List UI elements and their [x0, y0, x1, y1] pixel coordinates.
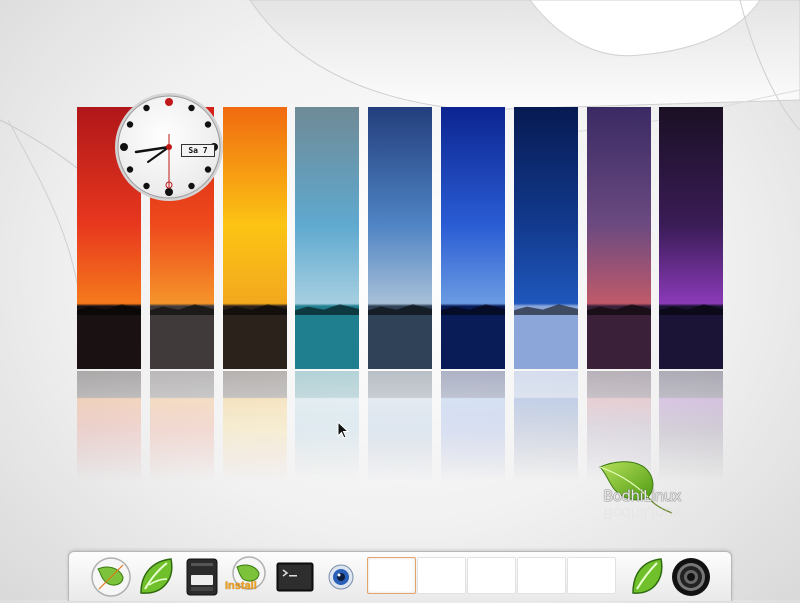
file-manager-button[interactable]	[181, 555, 225, 599]
panel-horizon	[659, 304, 723, 315]
install-label: Install	[225, 580, 257, 592]
terminal-icon	[276, 562, 314, 592]
workspace-5[interactable]	[567, 557, 616, 594]
wallpaper-panel-reflection	[514, 371, 578, 481]
bodhi-menu-button[interactable]	[89, 555, 133, 599]
wallpaper-panel-reflection	[150, 371, 214, 481]
terminal-button[interactable]	[273, 555, 317, 599]
wallpaper-panel-purple-dusk	[587, 107, 651, 369]
bodhi-logo-reflection: BodhiLinux	[603, 504, 682, 522]
dock-shelf: Install	[68, 551, 732, 601]
panel-horizon	[441, 304, 505, 315]
panel-horizon	[368, 304, 432, 315]
bodhi-leaf-icon	[91, 557, 131, 597]
workspace-1[interactable]	[367, 557, 416, 594]
wallpaper-panel-blue-clouds	[368, 107, 432, 369]
wallpaper-panel-reflection	[368, 371, 432, 481]
power-ring-icon	[672, 558, 710, 596]
panel-horizon	[223, 304, 287, 315]
wallpaper-panel-reflection	[441, 371, 505, 481]
midori-browser-button[interactable]	[135, 555, 179, 599]
panel-horizon	[150, 304, 214, 315]
panel-horizon	[295, 304, 359, 315]
wallpaper-panel-reflection	[295, 371, 359, 481]
install-button[interactable]	[227, 555, 271, 599]
wallpaper-panel-reflection	[77, 371, 141, 481]
clock-date-label: Sa 7	[181, 144, 215, 157]
mouse-cursor-icon	[337, 421, 349, 439]
shutdown-button[interactable]	[669, 555, 713, 599]
wallpaper-panel-navy-snow	[514, 107, 578, 369]
network-icon	[328, 564, 354, 590]
bodhi-logo-text: BodhiLinux	[603, 487, 682, 505]
wallpaper-panel-teal-clouds	[295, 107, 359, 369]
wallpaper-panel-dark-purple	[659, 107, 723, 369]
midori-tray-button[interactable]	[625, 555, 669, 599]
panel-horizon	[514, 304, 578, 315]
panel-horizon	[587, 304, 651, 315]
wallpaper-panel-yellow-sun	[223, 107, 287, 369]
workspace-2[interactable]	[417, 557, 466, 594]
install-leaf-icon	[232, 556, 266, 590]
wallpaper-panel-reflection	[223, 371, 287, 481]
workspace-3[interactable]	[467, 557, 516, 594]
panel-horizon	[77, 304, 141, 315]
midori-leaf-icon	[140, 558, 173, 594]
midori-leaf-icon	[632, 558, 663, 594]
workspace-4[interactable]	[517, 557, 566, 594]
network-button[interactable]	[319, 555, 363, 599]
file-manager-icon	[186, 558, 218, 596]
wallpaper-panel-deep-blue	[441, 107, 505, 369]
